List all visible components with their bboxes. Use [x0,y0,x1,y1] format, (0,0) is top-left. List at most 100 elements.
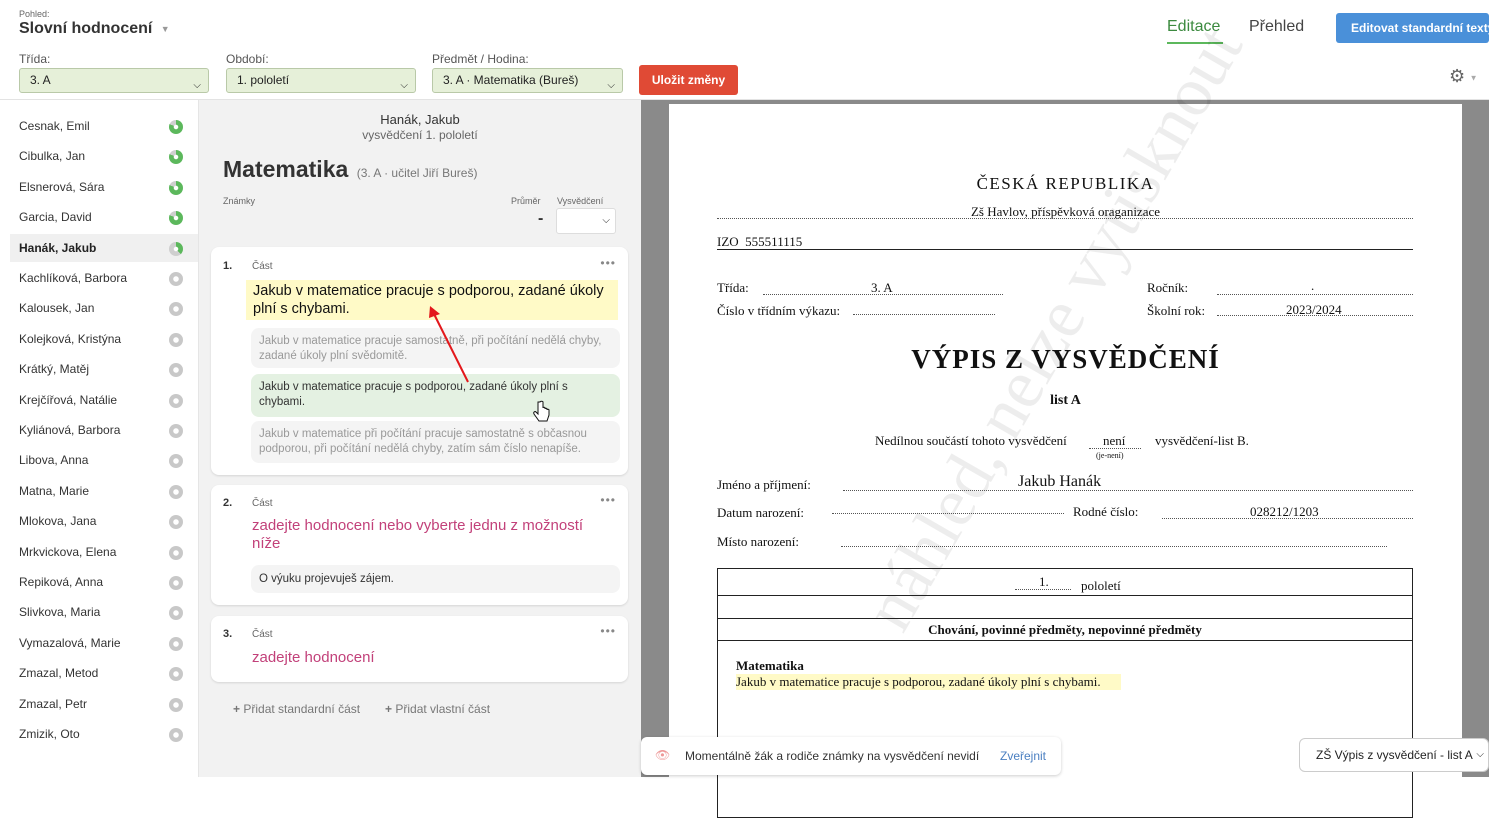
progress-status-icon [169,576,183,590]
student-list-item[interactable]: Mrkvickova, Elena [10,538,198,566]
part-number: 1. [223,260,233,272]
student-list-item[interactable]: Libova, Anna [10,446,198,474]
section-header: Chování, povinné předměty, nepovinné pře… [718,619,1412,641]
student-list-item[interactable]: Vymazalová, Marie [10,629,198,657]
student-name: Krátký, Matěj [19,362,90,377]
part-number: 3. [223,628,233,640]
class-select[interactable]: 3. A ⌵ [19,68,209,93]
part2-text-input[interactable]: zadejte hodnocení nebo vyberte jednu z m… [252,517,612,553]
chevron-down-icon: ⌵ [607,80,615,91]
suggestion-option[interactable]: Jakub v matematice při počítání pracuje … [251,421,620,463]
chevron-down-icon: ⌵ [193,80,201,91]
student-list-item[interactable]: Kachlíková, Barbora [10,264,198,292]
student-list-item[interactable]: Kolejková, Kristýna [10,325,198,353]
evaluation-editor: Hanák, Jakub vysvědčení 1. pololetí Mate… [199,100,641,777]
save-changes-button[interactable]: Uložit změny [639,65,738,95]
student-name: Cesnak, Emil [19,119,90,133]
student-list-item[interactable]: Cesnak, Emil [10,112,198,140]
template-select[interactable]: ZŠ Výpis z vysvědčení - list A ⌵ [1299,738,1489,772]
student-list-item[interactable]: Cibulka, Jan [10,142,198,170]
progress-status-icon [169,363,183,378]
view-selector[interactable]: Slovní hodnocení ▼ [19,20,170,38]
average-label: Průměr [511,196,541,206]
student-name: Vymazalová, Marie [19,635,121,650]
settings-menu[interactable]: ⚙ ▼ [1449,66,1479,86]
student-list-item[interactable]: Matna, Marie [10,477,198,505]
term-label: pololetí [1081,578,1121,593]
annotation-arrow [429,306,469,383]
part-label: Část [252,498,273,509]
sheet-label: list A [1050,393,1081,408]
progress-status-icon [169,697,183,712]
student-list-item[interactable]: Mlokova, Jana [10,507,198,535]
student-list-item[interactable]: Repiková, Anna [10,568,198,596]
student-name: Hanák, Jakub [19,240,97,255]
part-card-3: 3. Část ••• zadejte hodnocení [211,616,628,682]
part-label: Část [252,629,273,640]
student-list-item[interactable]: Slivkova, Maria [10,598,198,626]
student-name-heading: Hanák, Jakub [380,112,460,127]
student-list-item[interactable]: Kalousek, Jan [10,294,198,322]
add-custom-part-label: Přidat vlastní část [395,702,491,716]
top-bar: Pohled: Slovní hodnocení ▼ Editace Přehl… [0,0,1489,100]
student-list-item[interactable]: Elsnerová, Sára [10,173,198,201]
student-name: Kyliánová, Barbora [19,423,121,437]
more-options-icon[interactable]: ••• [600,624,616,638]
add-standard-part-button[interactable]: + Přidat standardní část [233,702,360,716]
progress-status-icon [169,211,183,226]
tab-prehled[interactable]: Přehled [1249,18,1304,36]
student-list-item[interactable]: Kyliánová, Barbora [10,416,198,444]
student-name: Kalousek, Jan [19,301,95,316]
progress-status-icon [169,606,183,621]
student-list-item[interactable]: Hanák, Jakub [10,233,198,262]
country-heading: ČESKÁ REPUBLIKA [976,174,1155,193]
student-list-item[interactable]: Zmazal, Petr [10,690,198,718]
student-name: Krejčířová, Natálie [19,392,118,407]
progress-status-icon [169,332,183,347]
view-label: Pohled: [19,9,50,19]
name-value-doc: Jakub Hanák [1018,473,1102,490]
student-name: Zmizik, Oto [19,727,80,741]
student-name: Kolejková, Kristýna [19,331,122,346]
student-name: Elsnerová, Sára [19,179,105,194]
certificate-title: VÝPIS Z VYSVĚDČENÍ [911,344,1220,374]
doc-subject-name: Matematika [736,658,804,673]
subject-heading: Matematika (3. A · učitel Jiří Bureš) [223,156,477,183]
more-options-icon[interactable]: ••• [600,493,616,507]
progress-status-icon [169,667,183,682]
part3-text-input[interactable]: zadejte hodnocení [252,649,375,667]
edit-standard-texts-button[interactable]: Editovat standardní texty [1336,13,1489,43]
student-list-item[interactable]: Krátký, Matěj [10,355,198,383]
publish-link[interactable]: Zveřejnit [1000,749,1046,763]
dob-label-doc: Datum narození: [717,505,804,520]
progress-status-icon [169,728,183,742]
student-list-item[interactable]: Krejčířová, Natálie [10,386,198,414]
izo-label: IZO [717,234,739,249]
student-name: Kachlíková, Barbora [19,271,128,285]
student-list-item[interactable]: Zmizik, Oto [10,720,198,748]
student-list-item[interactable]: Zmazal, Metod [10,659,198,687]
period-select[interactable]: 1. pololetí ⌵ [226,68,416,93]
term-value: 1. [1039,574,1049,589]
certificate-grade-select[interactable]: ⌵ [556,208,616,234]
progress-status-icon [169,454,183,469]
grades-table: 1. pololetí Chování, povinné předměty, n… [717,568,1413,818]
student-name: Garcia, David [19,210,92,225]
tab-editace[interactable]: Editace [1167,18,1220,36]
subject-meta: (3. A · učitel Jiří Bureš) [356,166,478,180]
eye-slash-icon: 👁 [655,748,671,762]
student-list-item[interactable]: Garcia, David [10,203,198,231]
period-select-value: 1. pololetí [237,73,290,87]
caret-down-icon: ▼ [1469,73,1478,83]
subject-select[interactable]: 3. A · Matematika (Bureš) ⌵ [432,68,623,93]
plus-icon: + [233,702,241,716]
progress-status-icon [169,515,183,530]
add-custom-part-button[interactable]: + Přidat vlastní část [385,702,490,716]
class-label-doc: Třída: [717,280,749,295]
izo-line: IZO 555511115 [717,234,802,250]
certificate-label: Vysvědčení [557,196,604,206]
more-options-icon[interactable]: ••• [600,256,616,270]
suggestion-option[interactable]: O výuku projevuješ zájem. [251,565,620,593]
class-select-value: 3. A [30,73,51,87]
progress-status-icon [169,302,183,317]
